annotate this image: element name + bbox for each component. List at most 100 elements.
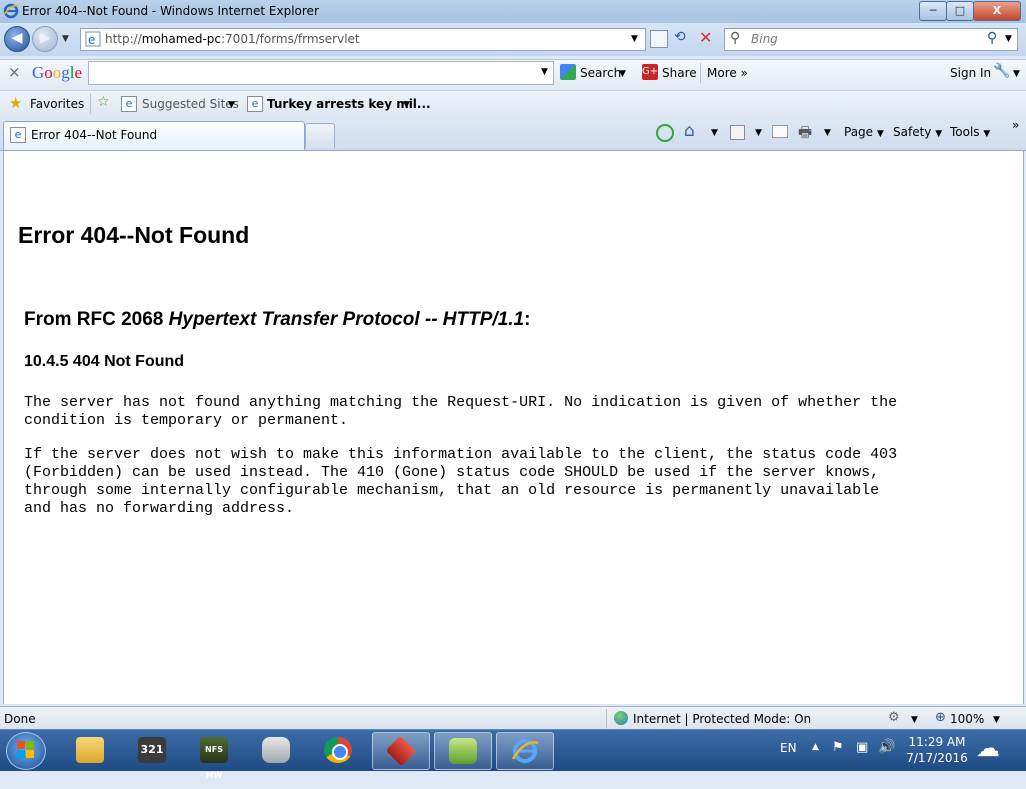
taskbar-321-player[interactable]: 321 — [124, 732, 180, 768]
home-dropdown-icon[interactable]: ▼ — [711, 128, 718, 138]
taskbar-database[interactable] — [248, 732, 304, 768]
search-dropdown-icon[interactable]: ▼ — [1005, 34, 1012, 44]
app-icon — [385, 735, 417, 767]
clock[interactable]: 11:29 AM 7/17/2016 — [905, 734, 969, 766]
address-url[interactable]: http://mohamed-pc:7001/forms/frmservlet — [105, 32, 360, 46]
recent-pages-dropdown-icon[interactable]: ▼ — [62, 34, 69, 44]
taskbar-forms-app[interactable] — [434, 732, 492, 770]
tray-expand-icon[interactable]: ▲ — [812, 742, 819, 752]
tab-error-404[interactable]: e Error 404--Not Found — [3, 121, 305, 150]
favorites-divider — [90, 94, 91, 114]
taskbar-oracle-app[interactable] — [372, 732, 430, 770]
clock-time: 11:29 AM — [908, 735, 966, 749]
favorites-star-icon: ★ — [9, 94, 23, 112]
stop-icon[interactable]: ✕ — [699, 28, 712, 47]
error-heading: Error 404--Not Found — [18, 222, 250, 248]
explanation-paragraph-1: The server has not found anything matchi… — [24, 394, 898, 429]
language-indicator[interactable]: EN — [780, 741, 797, 755]
wrench-icon[interactable]: 🔧 — [993, 63, 1010, 79]
volume-icon[interactable]: 🔊 — [878, 739, 895, 755]
rfc-heading: From RFC 2068 Hypertext Transfer Protoco… — [24, 309, 531, 330]
more-button[interactable]: More » — [707, 66, 748, 80]
command-bar-overflow[interactable]: » — [1012, 118, 1019, 132]
google-search-icon — [560, 64, 576, 80]
chrome-icon — [324, 737, 352, 763]
maximize-button[interactable]: □ — [946, 1, 974, 21]
google-search-button[interactable]: Search — [580, 66, 621, 80]
security-zone-text[interactable]: Internet | Protected Mode: On — [633, 712, 811, 726]
taskbar-internet-explorer[interactable] — [496, 732, 554, 770]
google-input-dropdown-icon[interactable]: ▼ — [541, 67, 548, 77]
green-status-icon[interactable] — [656, 124, 674, 142]
title-bar[interactable]: Error 404--Not Found - Windows Internet … — [0, 0, 1026, 23]
search-box[interactable]: ⚲ Bing ⚲ ▼ — [724, 28, 1018, 51]
add-favorite-icon[interactable]: ☆ — [97, 94, 110, 110]
taskbar-chrome[interactable] — [310, 732, 366, 768]
back-button[interactable]: ◀ — [4, 26, 30, 52]
folder-icon — [76, 737, 104, 763]
zoom-dropdown-icon[interactable]: ▼ — [993, 715, 1000, 725]
share-button[interactable]: Share — [662, 66, 697, 80]
status-divider — [606, 709, 607, 728]
minimize-button[interactable]: ─ — [919, 1, 947, 21]
refresh-icon[interactable]: ⟲ — [674, 29, 686, 45]
status-text: Done — [4, 712, 36, 726]
feeds-icon[interactable] — [730, 125, 745, 140]
new-tab-button[interactable] — [305, 123, 335, 148]
print-icon[interactable]: 🖶 — [798, 122, 812, 147]
compatibility-view-icon[interactable] — [650, 30, 668, 48]
home-icon[interactable]: ⌂ — [684, 121, 695, 141]
internet-explorer-icon — [511, 739, 539, 763]
start-button[interactable] — [6, 732, 46, 770]
explanation-paragraph-2: If the server does not wish to make this… — [24, 446, 898, 517]
svg-text:e: e — [88, 33, 95, 47]
forward-button[interactable]: ▶ — [32, 26, 58, 52]
close-toolbar-icon[interactable]: × — [8, 63, 21, 81]
page-icon: e — [85, 31, 101, 47]
google-search-input[interactable]: ▼ — [88, 61, 554, 85]
close-button[interactable]: X — [973, 1, 1021, 21]
suggested-sites-link[interactable]: Suggested Sites — [142, 97, 239, 111]
search-magnifier-icon[interactable]: ⚲ — [987, 30, 997, 46]
wrench-dropdown-icon[interactable]: ▼ — [1013, 69, 1020, 79]
mail-icon[interactable] — [772, 125, 788, 138]
feeds-dropdown-icon[interactable]: ▼ — [755, 128, 762, 138]
ie-logo-icon — [3, 3, 19, 19]
protected-mode-dropdown-icon[interactable]: ▼ — [911, 715, 918, 725]
page-content: Error 404--Not Found From RFC 2068 Hyper… — [3, 151, 1024, 704]
database-icon — [262, 737, 290, 763]
share-icon: G+ — [642, 64, 658, 80]
sign-in-link[interactable]: Sign In — [950, 66, 991, 80]
tab-label: Error 404--Not Found — [31, 128, 158, 142]
taskbar-nfs[interactable]: NFS MW — [186, 732, 242, 780]
tools-menu[interactable]: Tools ▼ — [950, 125, 990, 139]
print-dropdown-icon[interactable]: ▼ — [824, 128, 831, 138]
clock-date: 7/17/2016 — [906, 751, 968, 765]
suggested-sites-dropdown-icon[interactable]: ▼ — [228, 100, 235, 110]
zoom-level[interactable]: 100% — [950, 712, 984, 726]
safety-menu[interactable]: Safety ▼ — [893, 125, 942, 139]
suggested-sites-icon: e — [121, 96, 137, 112]
protected-mode-icon[interactable]: ⚙ — [888, 710, 900, 725]
favorites-button[interactable]: Favorites — [30, 97, 84, 111]
search-placeholder: Bing — [751, 32, 778, 46]
weather-icon[interactable]: ☁ — [976, 734, 1000, 762]
media-player-icon: 321 — [138, 737, 166, 763]
taskbar-explorer[interactable] — [62, 732, 118, 768]
internet-zone-icon — [614, 711, 628, 725]
network-icon[interactable]: ▣ — [856, 740, 868, 755]
address-bar[interactable]: e http://mohamed-pc:7001/forms/frmservle… — [80, 28, 646, 51]
page-menu[interactable]: Page ▼ — [844, 125, 884, 139]
search-options-dropdown-icon[interactable]: ▼ — [619, 69, 626, 79]
zoom-icon: ⊕ — [935, 710, 946, 725]
google-logo: Google — [32, 63, 83, 82]
news-feed-dropdown-icon[interactable]: ▼ — [403, 100, 410, 110]
news-feed-icon: e — [247, 96, 263, 112]
toolbar-divider — [700, 63, 701, 83]
action-center-icon[interactable]: ⚑ — [832, 740, 844, 755]
nfs-game-icon: NFS MW — [200, 737, 228, 780]
status-bar: Done Internet | Protected Mode: On ⚙ ▼ ⊕… — [0, 706, 1026, 730]
address-dropdown-icon[interactable]: ▼ — [631, 34, 638, 44]
taskbar: 321 NFS MW EN ▲ ⚑ ▣ 🔊 11:29 AM 7/17/2016… — [0, 729, 1026, 780]
bing-search-icon: ⚲ — [730, 30, 741, 46]
